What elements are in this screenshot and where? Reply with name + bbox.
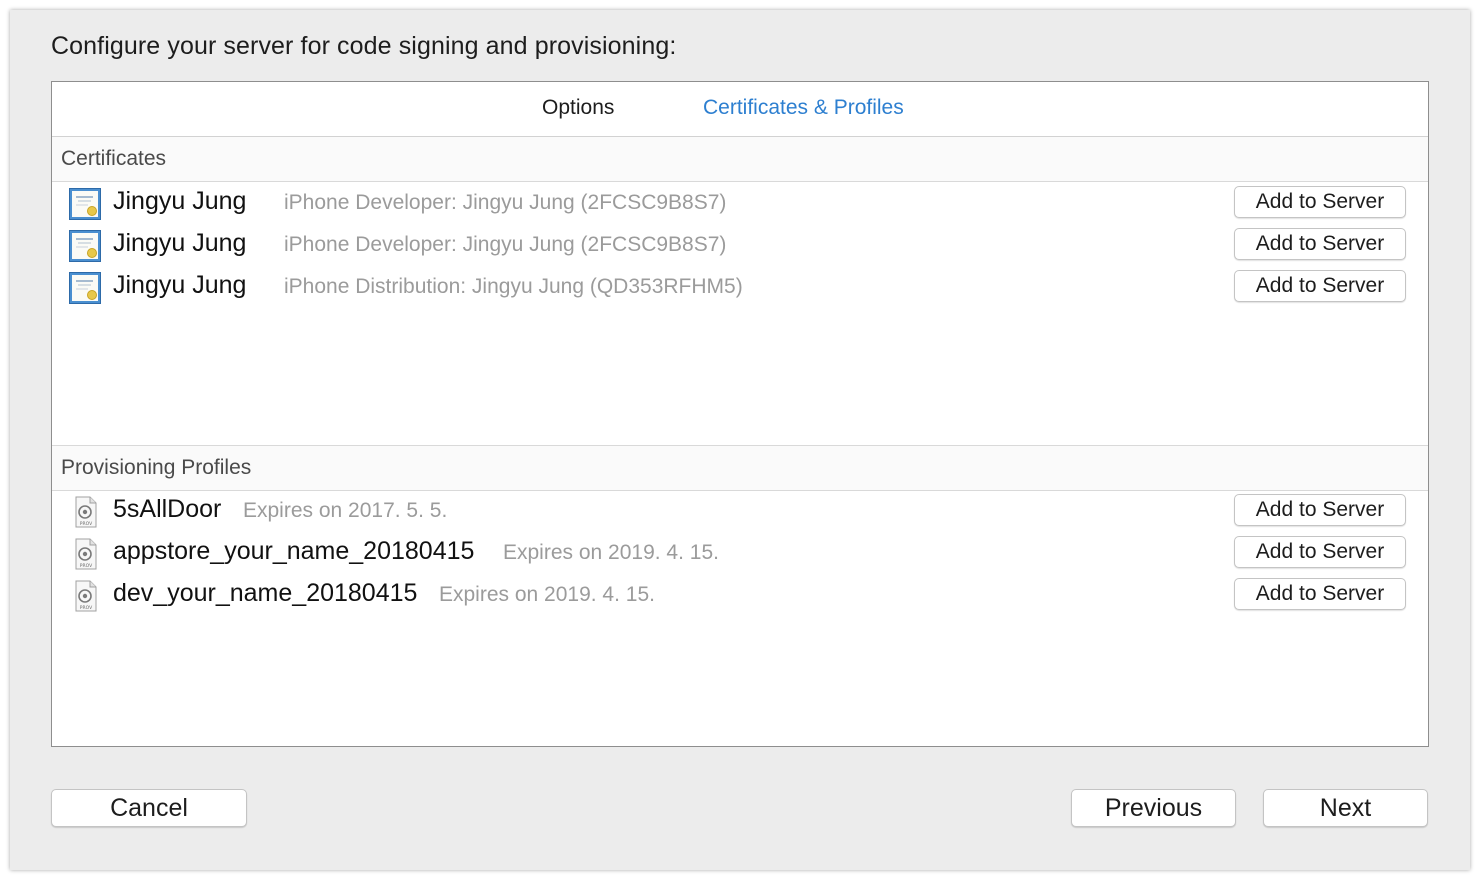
profile-expiry: Expires on 2019. 4. 15. <box>503 541 719 564</box>
profile-name: dev_your_name_20180415 <box>113 579 418 607</box>
certificate-icon <box>69 230 101 262</box>
add-to-server-button[interactable]: Add to Server <box>1234 536 1406 568</box>
certificate-icon <box>69 188 101 220</box>
profile-row: PROV dev_your_name_20180415 Expires on 2… <box>52 575 1428 617</box>
profile-expiry: Expires on 2019. 4. 15. <box>439 583 655 606</box>
certificate-row: Jingyu Jung iPhone Distribution: Jingyu … <box>52 267 1428 309</box>
certificate-detail: iPhone Developer: Jingyu Jung (2FCSC9B8S… <box>284 233 727 256</box>
certificate-detail: iPhone Distribution: Jingyu Jung (QD353R… <box>284 275 743 298</box>
certificate-row: Jingyu Jung iPhone Developer: Jingyu Jun… <box>52 225 1428 267</box>
add-to-server-button[interactable]: Add to Server <box>1234 186 1406 218</box>
add-to-server-button[interactable]: Add to Server <box>1234 578 1406 610</box>
cancel-button[interactable]: Cancel <box>51 789 247 827</box>
add-to-server-button[interactable]: Add to Server <box>1234 228 1406 260</box>
certificate-name: Jingyu Jung <box>113 187 247 215</box>
prov-icon-label: PROV <box>80 605 93 611</box>
dialog-sheet: Configure your server for code signing a… <box>10 10 1470 870</box>
tab-options[interactable]: Options <box>542 96 614 120</box>
previous-button[interactable]: Previous <box>1071 789 1236 827</box>
certificates-header-label: Certificates <box>61 147 167 170</box>
provisioning-profile-icon: PROV <box>69 538 101 570</box>
certificate-icon <box>69 272 101 304</box>
profiles-section-header: Provisioning Profiles <box>52 445 1428 491</box>
next-button[interactable]: Next <box>1263 789 1428 827</box>
tab-bar: Options Certificates & Profiles <box>52 82 1428 137</box>
profile-name: 5sAllDoor <box>113 495 222 523</box>
provisioning-profile-icon: PROV <box>69 580 101 612</box>
add-to-server-button[interactable]: Add to Server <box>1234 494 1406 526</box>
profile-expiry: Expires on 2017. 5. 5. <box>243 499 448 522</box>
certificate-row: Jingyu Jung iPhone Developer: Jingyu Jun… <box>52 183 1428 225</box>
prov-icon-label: PROV <box>80 521 93 527</box>
provisioning-profile-icon: PROV <box>69 496 101 528</box>
content-panel: Options Certificates & Profiles Certific… <box>51 81 1429 747</box>
certificates-section-header: Certificates <box>52 137 1428 182</box>
add-to-server-button[interactable]: Add to Server <box>1234 270 1406 302</box>
tab-certificates-profiles[interactable]: Certificates & Profiles <box>703 96 904 120</box>
certificate-detail: iPhone Developer: Jingyu Jung (2FCSC9B8S… <box>284 191 727 214</box>
profile-row: PROV appstore_your_name_20180415 Expires… <box>52 533 1428 575</box>
prov-icon-label: PROV <box>80 563 93 569</box>
dialog-heading: Configure your server for code signing a… <box>51 32 677 60</box>
certificate-name: Jingyu Jung <box>113 229 247 257</box>
profile-row: PROV 5sAllDoor Expires on 2017. 5. 5. Ad… <box>52 491 1428 533</box>
profiles-header-label: Provisioning Profiles <box>61 456 252 479</box>
profile-name: appstore_your_name_20180415 <box>113 537 475 565</box>
certificate-name: Jingyu Jung <box>113 271 247 299</box>
